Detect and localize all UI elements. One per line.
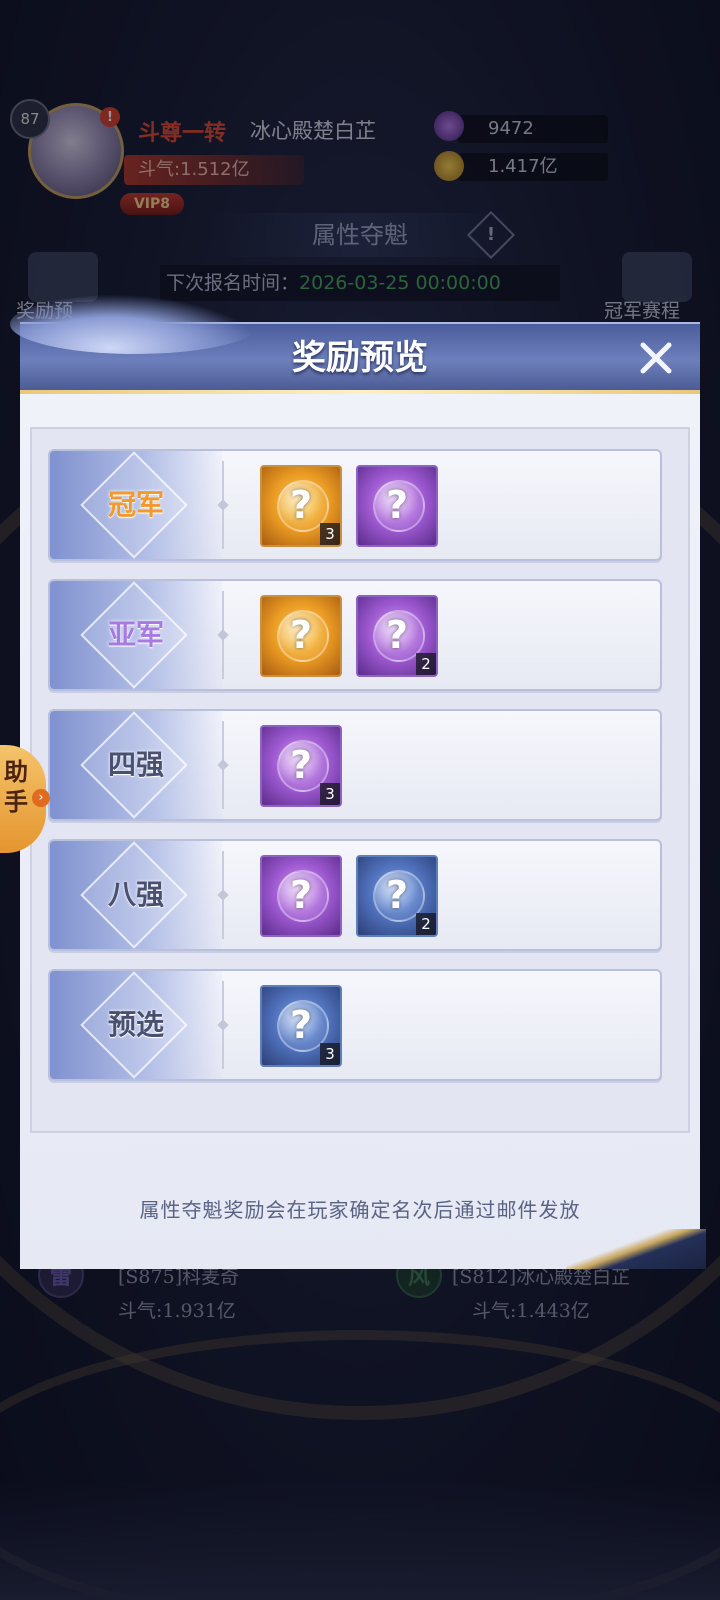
assistant-label-line1: 助 — [4, 757, 28, 786]
rank-plate: 冠军 — [50, 451, 222, 559]
rank-plate: 亚军 — [50, 581, 222, 689]
reward-row-preliminary: 预选 ? 3 — [48, 969, 662, 1081]
rank-plate: 预选 — [50, 971, 222, 1079]
rank-plate: 八强 — [50, 841, 222, 949]
modal-header: 奖励预览 — [10, 294, 700, 390]
item-quantity: 3 — [320, 783, 340, 805]
purple-mystery-box-icon[interactable]: ? 3 — [260, 725, 342, 807]
rank-plate: 四强 — [50, 711, 222, 819]
reward-preview-modal: 奖励预览 冠军 ? 3 ? 亚军 ? ? 2 四强 ? 3 八强 ? ? 2 预… — [10, 294, 706, 1269]
close-button[interactable] — [634, 336, 678, 380]
rank-label: 冠军 — [107, 488, 164, 521]
reward-mail-note: 属性夺魁奖励会在玩家确定名次后通过邮件发放 — [139, 1198, 581, 1222]
gold-mystery-box-icon[interactable]: ? 3 — [260, 465, 342, 547]
reward-row-runner-up: 亚军 ? ? 2 — [48, 579, 662, 691]
rank-label: 预选 — [107, 1008, 164, 1041]
close-icon — [640, 342, 672, 374]
purple-mystery-box-icon[interactable]: ? — [356, 465, 438, 547]
blue-mystery-box-icon[interactable]: ? 2 — [356, 855, 438, 937]
rank-label: 亚军 — [107, 618, 164, 651]
reward-list: 冠军 ? 3 ? 亚军 ? ? 2 四强 ? 3 八强 ? ? 2 预选 ? 3 — [30, 427, 690, 1133]
footer-swoosh-decoration — [566, 1229, 706, 1269]
rank-label: 八强 — [107, 878, 164, 911]
modal-body: 冠军 ? 3 ? 亚军 ? ? 2 四强 ? 3 八强 ? ? 2 预选 ? 3… — [20, 394, 706, 1269]
reward-row-top4: 四强 ? 3 — [48, 709, 662, 821]
rank-label: 四强 — [107, 748, 164, 781]
purple-mystery-box-icon[interactable]: ? 2 — [356, 595, 438, 677]
reward-row-top8: 八强 ? ? 2 — [48, 839, 662, 951]
item-quantity: 3 — [320, 523, 340, 545]
purple-mystery-box-icon[interactable]: ? — [260, 855, 342, 937]
item-quantity: 3 — [320, 1043, 340, 1065]
blue-mystery-box-icon[interactable]: ? 3 — [260, 985, 342, 1067]
assistant-arrow-icon[interactable]: › — [32, 789, 50, 807]
gold-mystery-box-icon[interactable]: ? — [260, 595, 342, 677]
item-quantity: 2 — [416, 653, 436, 675]
modal-title: 奖励预览 — [292, 338, 428, 378]
item-quantity: 2 — [416, 913, 436, 935]
reward-row-champion: 冠军 ? 3 ? — [48, 449, 662, 561]
